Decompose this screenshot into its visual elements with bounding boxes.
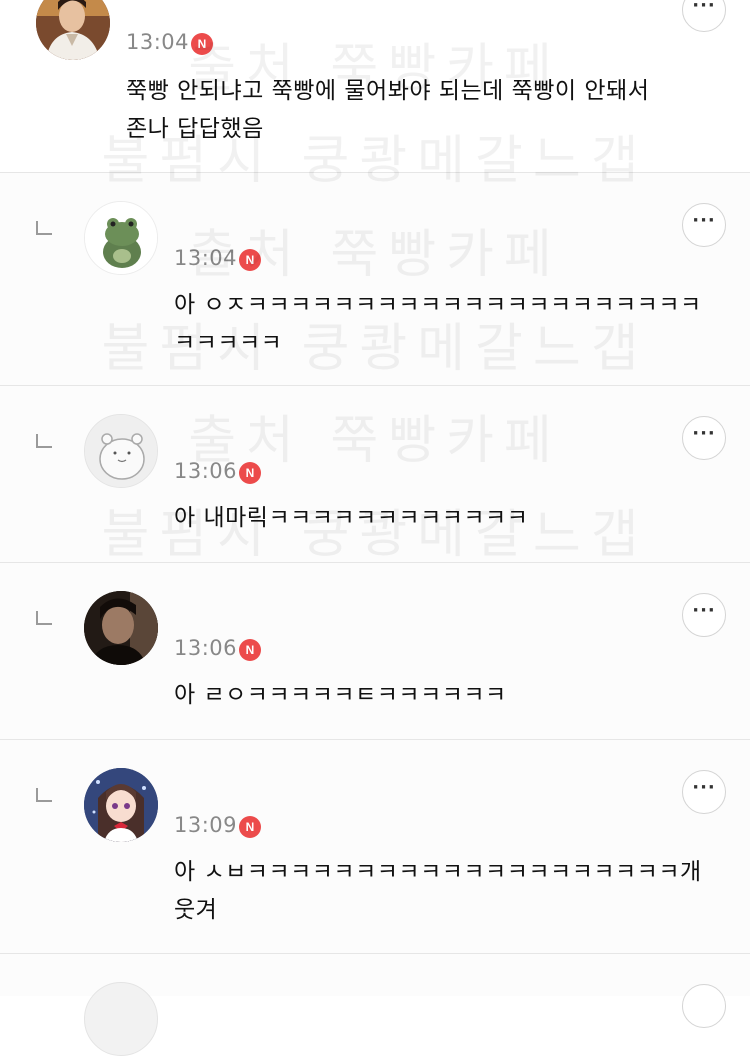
more-icon: ···: [692, 0, 716, 16]
comment-time: 13:04: [126, 30, 190, 54]
more-options-button[interactable]: ···: [682, 0, 726, 32]
comment-reply: 13:06 N 아 ㄹㅇㅋㅋㅋㅋㅋㅌㅋㅋㅋㅋㅋㅋ ···: [0, 563, 750, 739]
comment-item: 13:04 N 쭉빵 안되냐고 쭉빵에 물어봐야 되는데 쭉빵이 안돼서 존나 …: [0, 0, 750, 172]
reply-arrow-icon: [36, 611, 52, 625]
more-options-button[interactable]: ···: [682, 416, 726, 460]
comment-reply-partial: [0, 954, 750, 1056]
hamster-doodle-avatar[interactable]: [84, 414, 158, 488]
new-badge: N: [239, 249, 261, 271]
comment-text: 아 ㅅㅂㅋㅋㅋㅋㅋㅋㅋㅋㅋㅋㅋㅋㅋㅋㅋㅋㅋㅋㅋㅋ개 웃겨: [174, 859, 702, 923]
reply-arrow-icon: [36, 788, 52, 802]
more-icon: ···: [692, 210, 716, 231]
man-portrait-avatar[interactable]: [36, 0, 110, 60]
comment-time: 13:06: [174, 459, 238, 483]
reply-arrow-icon: [36, 434, 52, 448]
comment-time: 13:04: [174, 246, 238, 270]
comment-time: 13:09: [174, 813, 238, 837]
comment-text: 아 ㅇㅈㅋㅋㅋㅋㅋㅋㅋㅋㅋㅋㅋㅋㅋㅋㅋㅋㅋㅋㅋㅋㅋ ㅋㅋㅋㅋㅋ: [174, 292, 702, 356]
more-icon: ···: [692, 423, 716, 444]
more-icon: ···: [692, 600, 716, 621]
reply-arrow-icon: [36, 221, 52, 235]
more-options-button[interactable]: ···: [682, 593, 726, 637]
anime-girl-avatar[interactable]: [84, 768, 158, 842]
more-options-button[interactable]: ···: [682, 770, 726, 814]
new-badge: N: [239, 462, 261, 484]
avatar-partial[interactable]: [84, 982, 158, 1056]
more-icon: ···: [692, 777, 716, 798]
new-badge: N: [191, 33, 213, 55]
comment-time: 13:06: [174, 636, 238, 660]
dark-photo-avatar[interactable]: [84, 591, 158, 665]
new-badge: N: [239, 639, 261, 661]
comment-reply: 13:04 N 아 ㅇㅈㅋㅋㅋㅋㅋㅋㅋㅋㅋㅋㅋㅋㅋㅋㅋㅋㅋㅋㅋㅋㅋ ㅋㅋㅋㅋㅋ …: [0, 173, 750, 385]
frog-plush-avatar[interactable]: [84, 201, 158, 275]
more-options-button[interactable]: ···: [682, 203, 726, 247]
comment-text: 아 내마릭ㅋㅋㅋㅋㅋㅋㅋㅋㅋㅋㅋㅋ: [174, 505, 529, 531]
new-badge: N: [239, 816, 261, 838]
comment-reply: 13:06 N 아 내마릭ㅋㅋㅋㅋㅋㅋㅋㅋㅋㅋㅋㅋ ···: [0, 386, 750, 562]
more-options-button[interactable]: [682, 984, 726, 1028]
comment-text: 아 ㄹㅇㅋㅋㅋㅋㅋㅌㅋㅋㅋㅋㅋㅋ: [174, 682, 507, 708]
comment-reply: 13:09 N 아 ㅅㅂㅋㅋㅋㅋㅋㅋㅋㅋㅋㅋㅋㅋㅋㅋㅋㅋㅋㅋㅋㅋ개 웃겨 ···: [0, 740, 750, 953]
comment-text: 쭉빵 안되냐고 쭉빵에 물어봐야 되는데 쭉빵이 안돼서 존나 답답했음: [126, 78, 650, 142]
